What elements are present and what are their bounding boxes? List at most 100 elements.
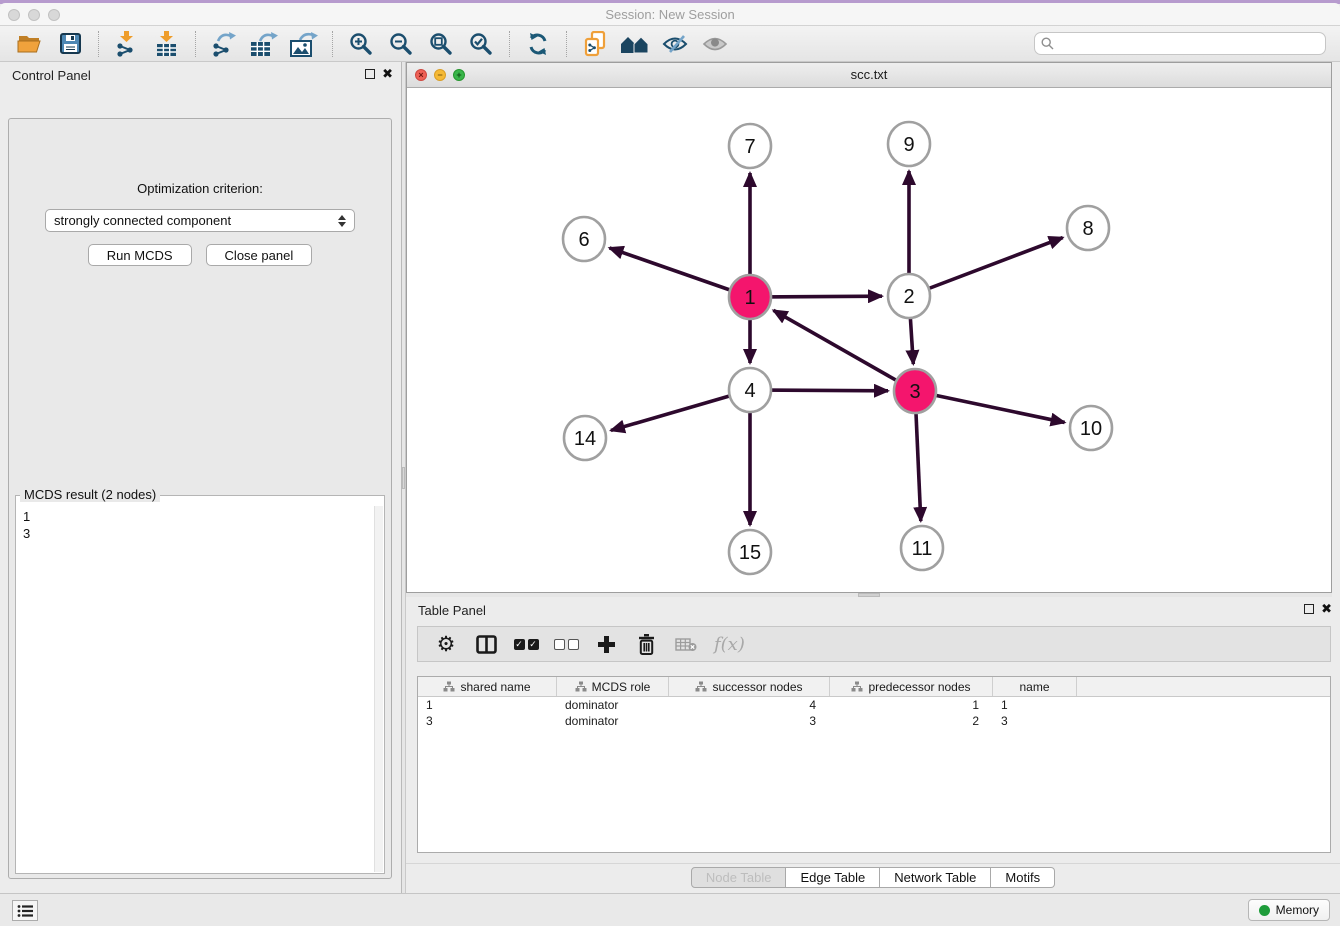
delete-table-button[interactable] — [668, 630, 704, 658]
run-mcds-button[interactable]: Run MCDS — [88, 244, 192, 266]
table-cell[interactable]: 2 — [830, 714, 993, 728]
graph-node-8[interactable]: 8 — [1067, 206, 1109, 250]
graph-node-14[interactable]: 14 — [564, 416, 606, 460]
graph-edge-3-1[interactable] — [773, 310, 915, 391]
refresh-button[interactable] — [518, 29, 558, 59]
show-eye-icon — [702, 35, 728, 53]
column-header-label: successor nodes — [712, 680, 802, 694]
graph-node-2[interactable]: 2 — [888, 274, 930, 318]
optimization-criterion-dropdown[interactable]: strongly connected component — [45, 209, 355, 232]
table-cell[interactable]: 3 — [669, 714, 830, 728]
zoom-out-button[interactable] — [381, 29, 421, 59]
graph-edge-3-10[interactable] — [915, 391, 1065, 422]
zoom-selected-button[interactable] — [461, 29, 501, 59]
table-cell[interactable]: 1 — [830, 698, 993, 712]
graph-node-label: 14 — [574, 428, 596, 450]
export-table-button[interactable] — [244, 29, 284, 59]
list-icon — [17, 904, 33, 918]
import-table-button[interactable] — [147, 29, 187, 59]
show-graphics-button[interactable] — [695, 29, 735, 59]
column-header-predecessor-nodes[interactable]: predecessor nodes — [830, 677, 993, 696]
network-canvas[interactable]: 1 2 3 4 6 7 8 9 10 11 14 15 — [407, 88, 1331, 592]
table-cell[interactable]: dominator — [557, 698, 669, 712]
mcds-result-title: MCDS result (2 nodes) — [20, 487, 160, 502]
column-header-name[interactable]: name — [993, 677, 1077, 696]
tab-node-table[interactable]: Node Table — [691, 867, 787, 888]
open-session-button[interactable] — [10, 29, 50, 59]
memory-button[interactable]: Memory — [1248, 899, 1330, 921]
open-folder-icon — [17, 33, 43, 54]
table-cell[interactable]: 3 — [993, 714, 1077, 728]
tree-icon — [443, 681, 455, 692]
function-builder-button[interactable]: f(x) — [714, 634, 745, 655]
graph-node-3[interactable]: 3 — [894, 369, 936, 413]
mcds-result-scrollbar[interactable] — [374, 506, 383, 872]
export-image-button[interactable] — [284, 29, 324, 59]
table-cell[interactable]: 1 — [993, 698, 1077, 712]
zoom-out-icon — [389, 32, 413, 56]
graph-node-label: 9 — [903, 134, 914, 156]
graph-node-10[interactable]: 10 — [1070, 406, 1112, 450]
table-cell[interactable]: 4 — [669, 698, 830, 712]
splitter-grip[interactable] — [402, 467, 405, 489]
import-table-icon — [155, 31, 179, 57]
zoom-in-button[interactable] — [341, 29, 381, 59]
graph-node-15[interactable]: 15 — [729, 530, 771, 574]
graph-node-4[interactable]: 4 — [729, 368, 771, 412]
table-row[interactable]: 3dominator323 — [418, 713, 1330, 729]
show-column-panel-button[interactable] — [468, 630, 504, 658]
graph-node-11[interactable]: 11 — [901, 526, 943, 570]
select-all-columns-button[interactable]: ✓✓ — [508, 630, 544, 658]
graph-edge-2-8[interactable] — [909, 238, 1063, 296]
float-panel-icon[interactable] — [1304, 604, 1314, 614]
table-cell[interactable]: 1 — [418, 698, 557, 712]
unselect-all-columns-button[interactable] — [548, 630, 584, 658]
column-header-successor-nodes[interactable]: successor nodes — [669, 677, 830, 696]
clone-network-button[interactable] — [575, 29, 615, 59]
close-panel-button[interactable]: Close panel — [206, 244, 313, 266]
float-panel-icon[interactable] — [365, 69, 375, 79]
network-window-titlebar[interactable]: × − + scc.txt — [407, 63, 1331, 88]
search-icon — [1041, 37, 1054, 50]
network-graph: 1 2 3 4 6 7 8 9 10 11 14 15 — [407, 88, 1331, 592]
search-field[interactable] — [1034, 32, 1326, 55]
table-cell[interactable]: dominator — [557, 714, 669, 728]
column-header-shared-name[interactable]: shared name — [418, 677, 557, 696]
export-network-button[interactable] — [204, 29, 244, 59]
import-network-button[interactable] — [107, 29, 147, 59]
zoom-fit-button[interactable] — [421, 29, 461, 59]
save-session-button[interactable] — [50, 29, 90, 59]
graph-node-1[interactable]: 1 — [729, 275, 771, 319]
tab-motifs[interactable]: Motifs — [991, 867, 1055, 888]
table-cell[interactable]: 3 — [418, 714, 557, 728]
hide-graphics-button[interactable] — [655, 29, 695, 59]
home-networks-button[interactable] — [615, 29, 655, 59]
task-history-button[interactable] — [12, 900, 38, 921]
close-panel-icon[interactable]: ✖ — [1321, 602, 1332, 615]
graph-node-6[interactable]: 6 — [563, 217, 605, 261]
graph-node-9[interactable]: 9 — [888, 122, 930, 166]
graph-node-7[interactable]: 7 — [729, 124, 771, 168]
control-panel-title: Control Panel — [12, 68, 91, 83]
copy-network-icon — [583, 31, 607, 57]
column-header-label: MCDS role — [592, 680, 651, 694]
graph-node-label: 1 — [744, 287, 755, 309]
export-network-icon — [211, 31, 237, 57]
close-panel-icon[interactable]: ✖ — [382, 67, 393, 80]
table-row[interactable]: 1dominator411 — [418, 697, 1330, 713]
tab-edge-table[interactable]: Edge Table — [786, 867, 880, 888]
column-header-MCDS-role[interactable]: MCDS role — [557, 677, 669, 696]
tab-network-table[interactable]: Network Table — [880, 867, 991, 888]
mcds-result-text[interactable]: 1 3 — [17, 506, 374, 872]
memory-label: Memory — [1276, 903, 1319, 917]
plus-icon — [597, 635, 616, 654]
add-column-button[interactable] — [588, 630, 624, 658]
delete-column-button[interactable] — [628, 630, 664, 658]
columns-icon — [476, 635, 497, 654]
search-input[interactable] — [1058, 37, 1319, 51]
node-table[interactable]: shared name MCDS role successor nodes prede… — [417, 676, 1331, 853]
table-settings-button[interactable]: ⚙ — [428, 630, 464, 658]
toolbar-separator — [566, 31, 567, 57]
table-panel-header: Table Panel ✖ — [406, 597, 1340, 623]
graph-node-label: 4 — [744, 380, 755, 402]
